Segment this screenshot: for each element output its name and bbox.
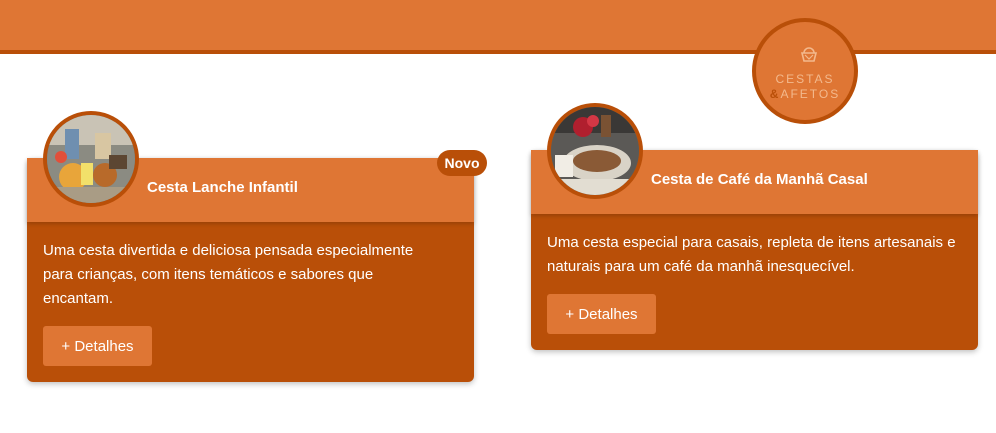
details-button[interactable]: + Detalhes	[547, 294, 656, 334]
product-card: Cesta Lanche Infantil Novo Uma cesta div…	[27, 111, 487, 382]
card-header: Cesta de Café da Manhã Casal	[531, 103, 978, 214]
logo-word-2-text: AFETOS	[780, 87, 841, 101]
card-description: Uma cesta especial para casais, repleta …	[547, 234, 956, 275]
card-description: Uma cesta divertida e deliciosa pensada …	[43, 242, 414, 307]
details-button[interactable]: + Detalhes	[43, 326, 152, 366]
basket-icon	[800, 47, 818, 62]
logo-word-2: &AFETOS	[756, 87, 854, 101]
product-thumbnail	[43, 111, 139, 207]
card-title: Cesta de Café da Manhã Casal	[651, 171, 868, 188]
logo-word-1: CESTAS	[775, 72, 835, 86]
card-header: Cesta Lanche Infantil	[27, 111, 474, 222]
card-title: Cesta Lanche Infantil	[147, 179, 298, 196]
logo-ampersand: &	[769, 87, 781, 101]
product-card: Cesta de Café da Manhã Casal Uma cesta e…	[531, 103, 978, 350]
new-badge: Novo	[437, 150, 487, 176]
product-thumbnail	[547, 103, 643, 199]
brand-logo[interactable]: CESTAS &AFETOS	[752, 18, 858, 124]
